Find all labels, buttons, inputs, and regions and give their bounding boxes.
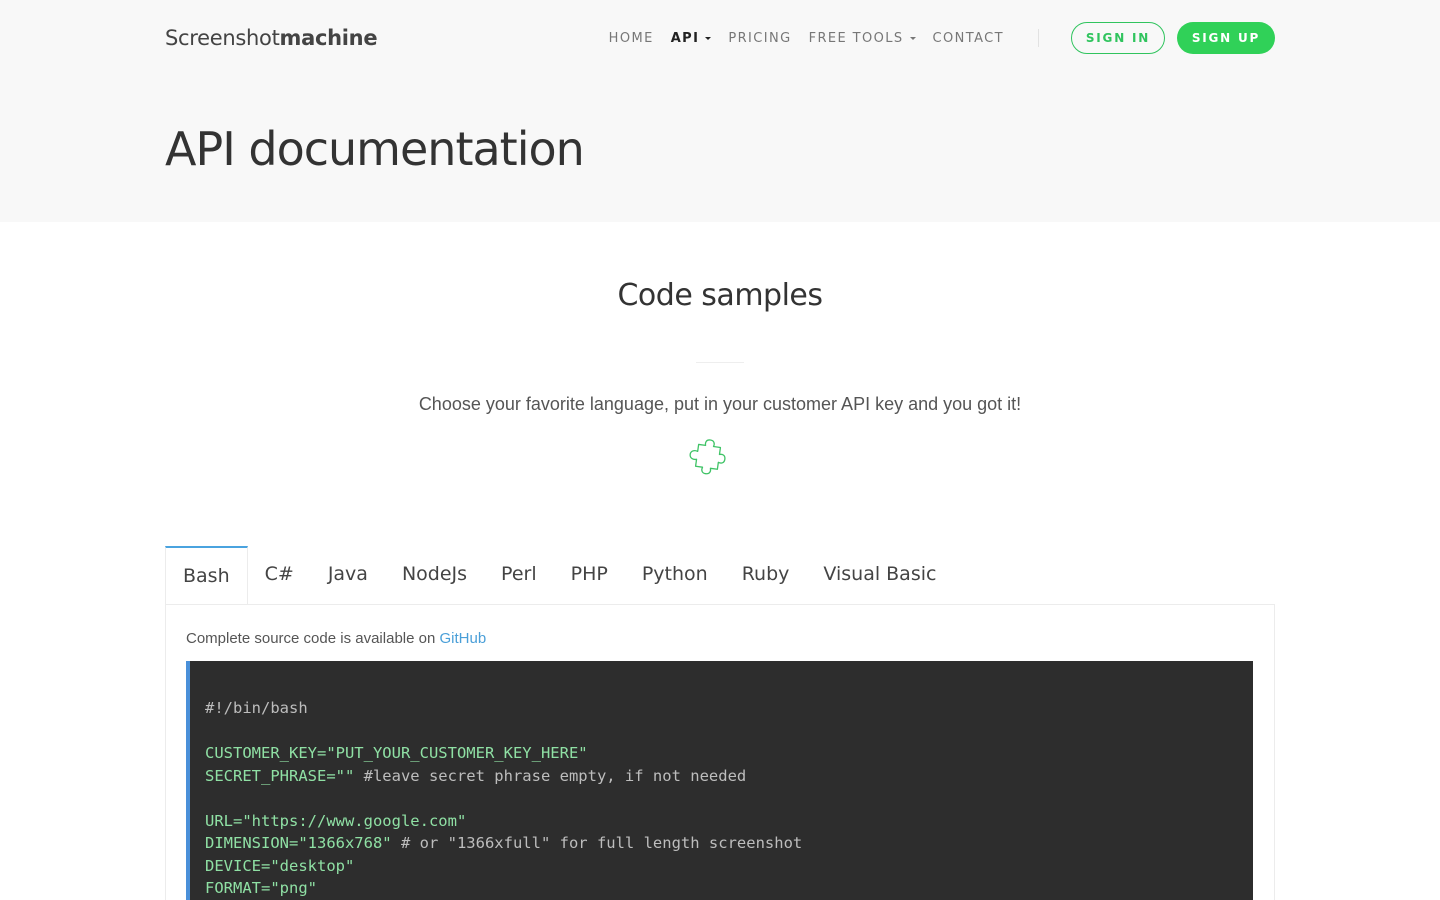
tab-visual-basic[interactable]: Visual Basic (806, 546, 953, 602)
code-line: SECRET_PHRASE="" #leave secret phrase em… (205, 765, 1253, 788)
brand-logo-bold: machine (279, 26, 378, 50)
caret-down-icon (705, 36, 712, 40)
github-link[interactable]: GitHub (439, 630, 486, 647)
section-title: Code samples (617, 278, 823, 313)
nav-separator (1038, 29, 1039, 47)
tab-perl[interactable]: Perl (484, 546, 554, 602)
language-tabs: Bash C# Java NodeJs Perl PHP Python Ruby Visual … (165, 546, 1275, 605)
nav-contact[interactable]: CONTACT (933, 31, 1004, 46)
tab-panel: Complete source code is available on Git… (165, 604, 1275, 900)
code-line: DEVICE="desktop" (205, 855, 1253, 878)
tab-ruby[interactable]: Ruby (725, 546, 807, 602)
tab-python[interactable]: Python (625, 546, 725, 602)
code-line: CUSTOMER_KEY="PUT_YOUR_CUSTOMER_KEY_HERE… (205, 742, 1253, 765)
sign-in-button[interactable]: SIGN IN (1071, 22, 1165, 54)
code-token-comment: #leave secret phrase empty, if not neede… (354, 766, 747, 785)
caret-down-icon (909, 36, 916, 40)
code-token-string: DEVICE="desktop" (205, 856, 355, 875)
code-line: FORMAT="png" (205, 877, 1253, 900)
code-token-comment: # or "1366xfull" for full length screens… (391, 834, 803, 852)
code-token-string: FORMAT="png" (205, 879, 317, 897)
tab-java[interactable]: Java (311, 546, 385, 602)
navbar: Screenshotmachine HOME API PRICING FREE TOO… (165, 18, 1275, 58)
section-lead: Choose your favorite language, put in yo… (418, 394, 1022, 414)
code-token-string: SECRET_PHRASE="" (205, 766, 355, 785)
code-token-string: CUSTOMER_KEY="PUT_YOUR_CUSTOMER_KEY_HERE… (205, 744, 588, 762)
nav-pricing[interactable]: PRICING (728, 31, 791, 46)
code-line: DIMENSION="1366x768" # or "1366xfull" fo… (205, 832, 1253, 855)
page-title: API documentation (165, 122, 585, 176)
page-header: Screenshotmachine HOME API PRICING FREE TOO… (0, 0, 1440, 222)
code-token-string: DIMENSION="1366x768" (205, 834, 392, 852)
code-block: #!/bin/bash CUSTOMER_KEY="PUT_YOUR_CUSTOM… (186, 661, 1253, 900)
nav-home[interactable]: HOME (609, 31, 654, 46)
main-nav: HOME API PRICING FREE TOOLS CONTACT (592, 31, 1004, 46)
source-note: Complete source code is available on Git… (186, 630, 486, 647)
tab-php[interactable]: PHP (554, 546, 625, 602)
nav-label: FREE TOOLS (808, 30, 904, 46)
section-divider (696, 362, 744, 363)
sign-up-button[interactable]: SIGN UP (1177, 22, 1275, 54)
brand-logo[interactable]: Screenshotmachine (165, 26, 378, 50)
code-token-comment: #!/bin/bash (205, 699, 308, 717)
nav-free-tools[interactable]: FREE TOOLS (809, 31, 916, 46)
tab-bash[interactable]: Bash (165, 546, 248, 604)
nav-label: PRICING (728, 30, 792, 46)
nav-label: HOME (608, 30, 654, 46)
code-line: #!/bin/bash (205, 697, 1253, 720)
code-line: URL="https://www.google.com" (205, 810, 1253, 833)
tab-csharp[interactable]: C# (248, 546, 311, 602)
tab-nodejs[interactable]: NodeJs (385, 546, 484, 602)
nav-label: API (670, 30, 700, 46)
code-token-string: URL="https://www.google.com" (205, 811, 467, 830)
brand-logo-light: Screenshot (165, 26, 280, 50)
nav-api[interactable]: API (671, 31, 712, 46)
nav-label: CONTACT (932, 30, 1004, 46)
puzzle-icon (689, 439, 726, 475)
source-note-text: Complete source code is available on (186, 630, 440, 647)
